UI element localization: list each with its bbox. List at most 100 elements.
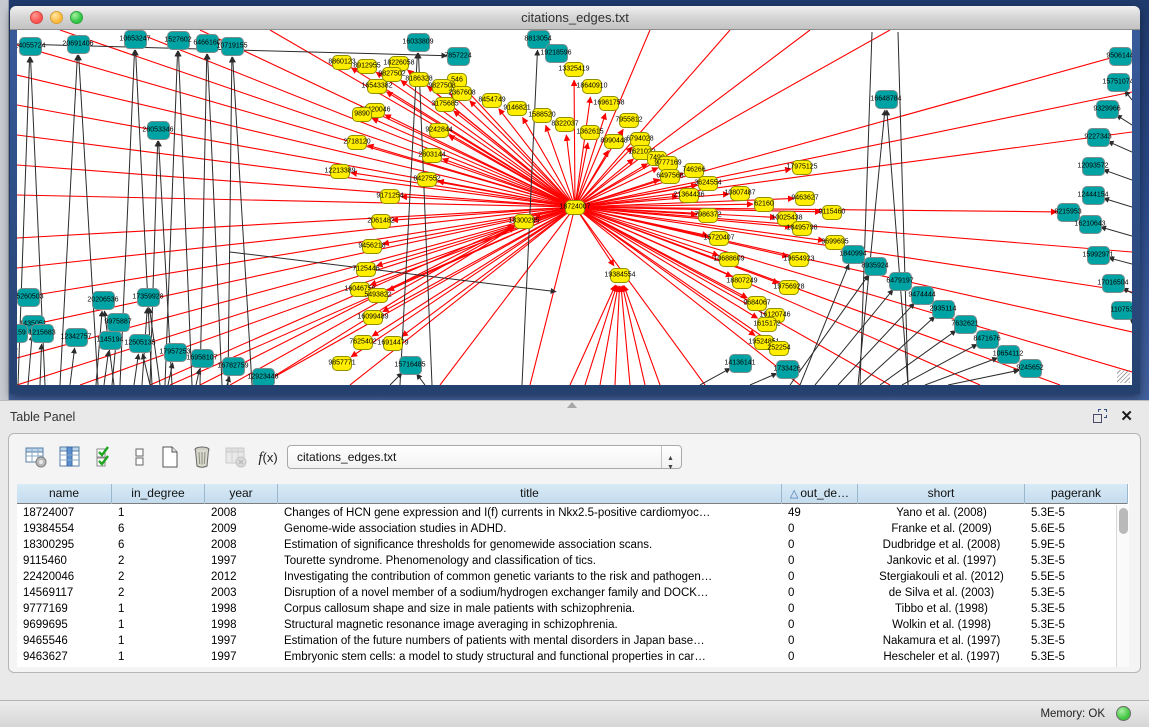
graph-node[interactable]: 18724007	[565, 200, 585, 215]
graph-node[interactable]: 12213389	[330, 164, 350, 179]
graph-node[interactable]: 16099489	[363, 310, 383, 325]
graph-node[interactable]: 9506144	[1109, 47, 1132, 66]
graph-node[interactable]: 17975125	[792, 160, 812, 175]
vertical-scrollbar[interactable]	[1116, 505, 1129, 667]
table-cell[interactable]: Franke et al. (2009)	[858, 521, 1025, 537]
table-cell[interactable]: 2003	[205, 585, 278, 601]
table-cell[interactable]: 18724007	[17, 505, 112, 521]
graph-node[interactable]: 15751074	[1107, 73, 1130, 92]
graph-node[interactable]: 1145194	[99, 331, 122, 350]
graph-node[interactable]: 6497568	[660, 169, 680, 184]
graph-node[interactable]: 16210643	[1079, 215, 1102, 234]
table-row[interactable]: 1456911722003Disruption of a novel membe…	[17, 585, 1128, 601]
table-cell[interactable]: 2	[112, 553, 205, 569]
graph-node[interactable]: 15720407	[709, 231, 729, 246]
close-panel-icon[interactable]: ✕	[1120, 407, 1133, 425]
graph-node[interactable]: 10688609	[719, 252, 739, 267]
graph-node[interactable]: 16914479	[383, 336, 403, 351]
table-cell[interactable]: 2	[112, 585, 205, 601]
graph-node[interactable]: 8186328	[409, 72, 429, 87]
table-cell[interactable]: 22420046	[17, 569, 112, 585]
column-header-year[interactable]: year	[205, 484, 278, 504]
window-resize-grip[interactable]	[1117, 370, 1130, 383]
table-cell[interactable]: 9699695	[17, 617, 112, 633]
function-builder-button[interactable]: f(x)	[255, 445, 281, 471]
table-cell[interactable]: 1	[112, 649, 205, 665]
graph-node[interactable]: 6466160	[196, 34, 219, 53]
table-row[interactable]: 1830029562008Estimation of significance …	[17, 537, 1128, 553]
table-cell[interactable]: 2012	[205, 569, 278, 585]
table-cell[interactable]: 5.3E-5	[1025, 505, 1128, 521]
graph-node[interactable]: 252254	[769, 341, 789, 356]
graph-node[interactable]: 9474444	[911, 286, 934, 305]
table-row[interactable]: 946554611997Estimation of the future num…	[17, 633, 1128, 649]
graph-node[interactable]: 8990448	[604, 134, 624, 149]
table-cell[interactable]: Wolkin et al. (1998)	[858, 617, 1025, 633]
table-cell[interactable]: Jankovic et al. (1997)	[858, 553, 1025, 569]
show-column-button[interactable]	[57, 445, 83, 471]
graph-node[interactable]: 12923448	[252, 368, 275, 386]
table-cell[interactable]: 6	[112, 521, 205, 537]
graph-node[interactable]: 9463627	[795, 191, 815, 206]
graph-node[interactable]: 9456218	[362, 239, 382, 254]
table-cell[interactable]: Tourette syndrome. Phenomenology and cla…	[278, 553, 782, 569]
graph-node[interactable]: 12093572	[1082, 157, 1105, 176]
delete-trash-button[interactable]	[189, 445, 215, 471]
graph-node[interactable]: 20206536	[92, 291, 115, 310]
graph-node[interactable]: 14136141	[729, 354, 752, 373]
graph-node[interactable]: 17359928	[137, 288, 160, 307]
graph-node[interactable]: 17957253	[164, 343, 187, 362]
graph-node[interactable]: 8215953	[1057, 203, 1080, 222]
graph-node[interactable]: 9329966	[1096, 100, 1119, 119]
table-cell[interactable]: 1997	[205, 633, 278, 649]
table-cell[interactable]: 5.5E-5	[1025, 569, 1128, 585]
table-cell[interactable]: Corpus callosum shape and size in male p…	[278, 601, 782, 617]
table-cell[interactable]: 0	[782, 521, 858, 537]
graph-node[interactable]: 16958107	[191, 349, 214, 368]
graph-node[interactable]: 2718120	[347, 135, 367, 150]
table-cell[interactable]: Dudbridge et al. (2008)	[858, 537, 1025, 553]
graph-node[interactable]: 25260503	[17, 288, 40, 307]
graph-node[interactable]: 19218596	[545, 44, 568, 63]
graph-node[interactable]: 3175685	[435, 97, 455, 112]
graph-node[interactable]: 10653247	[124, 30, 147, 49]
row-height-button[interactable]	[127, 445, 153, 471]
graph-node[interactable]: 1840994	[842, 245, 865, 264]
table-cell[interactable]: 2	[112, 569, 205, 585]
table-cell[interactable]: 9463627	[17, 649, 112, 665]
window-titlebar[interactable]: citations_edges.txt	[10, 6, 1140, 30]
table-cell[interactable]: 5.3E-5	[1025, 601, 1128, 617]
graph-node[interactable]: 1362615	[580, 125, 600, 140]
table-row[interactable]: 2242004622012Investigating the contribut…	[17, 569, 1128, 585]
table-row[interactable]: 946362711997Embryonic stem cells: a mode…	[17, 649, 1128, 665]
new-document-button[interactable]	[157, 445, 183, 471]
table-cell[interactable]: 9777169	[17, 601, 112, 617]
graph-node[interactable]: 7857224	[447, 47, 470, 66]
table-cell[interactable]: 1997	[205, 553, 278, 569]
table-row[interactable]: 969969511998Structural magnetic resonanc…	[17, 617, 1128, 633]
graph-node[interactable]: 62160	[754, 197, 774, 212]
graph-node[interactable]: 6479197	[889, 272, 912, 291]
graph-node[interactable]: 7125446	[356, 262, 376, 277]
table-cell[interactable]: 18300295	[17, 537, 112, 553]
table-cell[interactable]: 9465546	[17, 633, 112, 649]
table-cell[interactable]: Structural magnetic resonance image aver…	[278, 617, 782, 633]
graph-node[interactable]: 16782759	[222, 357, 245, 376]
table-cell[interactable]: 5.9E-5	[1025, 537, 1128, 553]
table-cell[interactable]: 1	[112, 505, 205, 521]
graph-node[interactable]: 19384554	[610, 268, 630, 283]
table-cell[interactable]: Yano et al. (2008)	[858, 505, 1025, 521]
graph-node[interactable]: 16648784	[875, 90, 898, 109]
table-cell[interactable]: 1	[112, 617, 205, 633]
graph-node[interactable]: 8322037	[555, 117, 575, 132]
graph-node[interactable]: 39159	[17, 324, 28, 343]
graph-node[interactable]: 10807487	[730, 186, 750, 201]
column-header-title[interactable]: title	[278, 484, 782, 504]
table-row[interactable]: 911546021997Tourette syndrome. Phenomeno…	[17, 553, 1128, 569]
table-cell[interactable]: Changes of HCN gene expression and I(f) …	[278, 505, 782, 521]
graph-node[interactable]: 16961758	[599, 96, 619, 111]
graph-node[interactable]: 9227343	[1087, 128, 1110, 147]
graph-node[interactable]: 9146821	[507, 101, 527, 116]
table-cell[interactable]: 5.3E-5	[1025, 585, 1128, 601]
column-header-name[interactable]: name	[17, 484, 112, 504]
